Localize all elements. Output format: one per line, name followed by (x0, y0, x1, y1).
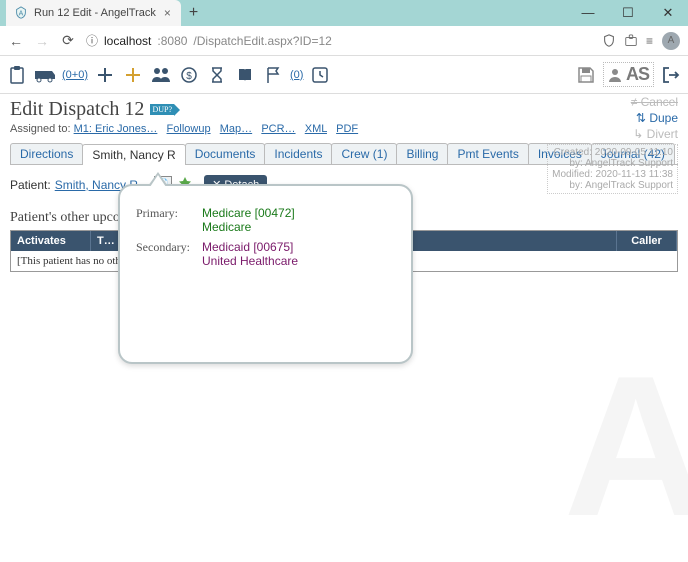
assigned-crew-link[interactable]: M1: Eric Jones… (74, 123, 158, 135)
browser-action-icons: ≡ A (602, 32, 680, 50)
grid-col-header[interactable]: Activates (11, 231, 91, 251)
page-header: Edit Dispatch 12 DUP? Assigned to: M1: E… (0, 94, 688, 137)
people-icon[interactable] (150, 64, 172, 86)
grid-col-header[interactable]: Caller (617, 231, 677, 251)
popover-value: Medicare [00472]Medicare (202, 204, 308, 236)
clock-icon[interactable] (309, 64, 331, 86)
save-icon[interactable] (575, 64, 597, 86)
toolbar-count-2[interactable]: (0) (290, 69, 303, 81)
header-link[interactable]: PCR… (261, 123, 295, 135)
popover-label: Secondary: (136, 238, 200, 270)
cancel-action: ≠ Cancel (547, 94, 678, 110)
user-badge[interactable]: AS (603, 62, 654, 87)
watermark: A (564, 332, 688, 562)
url-path: /DispatchEdit.aspx?ID=12 (193, 34, 331, 48)
shield-icon[interactable] (602, 34, 616, 48)
tab-directions[interactable]: Directions (10, 143, 83, 164)
tab-pmt-events[interactable]: Pmt Events (447, 143, 528, 164)
tab-close-icon[interactable]: × (162, 6, 173, 20)
nav-forward-icon[interactable]: → (34, 33, 50, 49)
url-field[interactable]: ⓘ localhost :8080/DispatchEdit.aspx?ID=12 (86, 32, 592, 49)
plus-icon[interactable] (94, 64, 116, 86)
menu-icon[interactable]: ≡ (646, 34, 654, 48)
clipboard-icon[interactable] (6, 64, 28, 86)
url-port: :8080 (157, 34, 187, 48)
header-link[interactable]: XML (305, 123, 327, 135)
new-tab-button[interactable]: + (181, 4, 206, 22)
tab-billing[interactable]: Billing (396, 143, 448, 164)
popover-label: Primary: (136, 204, 200, 236)
audit-info: Created: 2020-09-05 11:10 by: AngelTrack… (547, 144, 678, 194)
extension-icon[interactable] (624, 34, 638, 48)
tab-title: Run 12 Edit - AngelTrack (34, 7, 156, 19)
patient-label: Patient: (10, 178, 51, 192)
svg-text:$: $ (186, 71, 192, 82)
dup-badge: DUP? (150, 104, 174, 115)
nav-reload-icon[interactable]: ⟳ (60, 32, 76, 49)
hourglass-icon[interactable] (206, 64, 228, 86)
flag-icon[interactable] (262, 64, 284, 86)
browser-tab[interactable]: A Run 12 Edit - AngelTrack × (6, 0, 181, 26)
divert-action: ↳ Divert (547, 126, 678, 142)
window-close[interactable]: ✕ (648, 0, 688, 26)
profile-avatar[interactable]: A (662, 32, 680, 50)
insurance-table: Primary:Medicare [00472]MedicareSecondar… (134, 202, 310, 272)
nav-back-icon[interactable]: ← (8, 33, 24, 49)
site-info-icon[interactable]: ⓘ (86, 32, 98, 49)
popover-value: Medicaid [00675]United Healthcare (202, 238, 308, 270)
window-titlebar: A Run 12 Edit - AngelTrack × + — ☐ ✕ (0, 0, 688, 26)
header-link[interactable]: PDF (336, 123, 358, 135)
book-icon[interactable] (234, 64, 256, 86)
dupe-action[interactable]: ⇅ Dupe (547, 110, 678, 126)
tab-favicon: A (14, 6, 28, 20)
app-toolbar: (0+0) $ (0) AS (0, 56, 688, 94)
header-actions: ≠ Cancel ⇅ Dupe ↳ Divert Created: 2020-0… (547, 94, 678, 194)
header-link[interactable]: Followup (167, 123, 211, 135)
window-minimize[interactable]: — (568, 0, 608, 26)
browser-address-bar: ← → ⟳ ⓘ localhost :8080/DispatchEdit.aspx… (0, 26, 688, 56)
svg-text:A: A (19, 11, 24, 18)
insurance-popover: Primary:Medicare [00472]MedicareSecondar… (118, 184, 413, 364)
toolbar-count-1[interactable]: (0+0) (62, 69, 88, 81)
window-buttons: — ☐ ✕ (568, 0, 688, 26)
tab-smith-nancy-r[interactable]: Smith, Nancy R (82, 144, 185, 165)
logout-icon[interactable] (660, 64, 682, 86)
tab-crew-1-[interactable]: Crew (1) (331, 143, 397, 164)
header-link[interactable]: Map… (220, 123, 252, 135)
url-host: localhost (104, 34, 151, 48)
money-icon[interactable]: $ (178, 64, 200, 86)
tab-documents[interactable]: Documents (185, 143, 266, 164)
window-maximize[interactable]: ☐ (608, 0, 648, 26)
ambulance-icon[interactable] (34, 64, 56, 86)
plus-alt-icon[interactable] (122, 64, 144, 86)
tab-incidents[interactable]: Incidents (264, 143, 332, 164)
